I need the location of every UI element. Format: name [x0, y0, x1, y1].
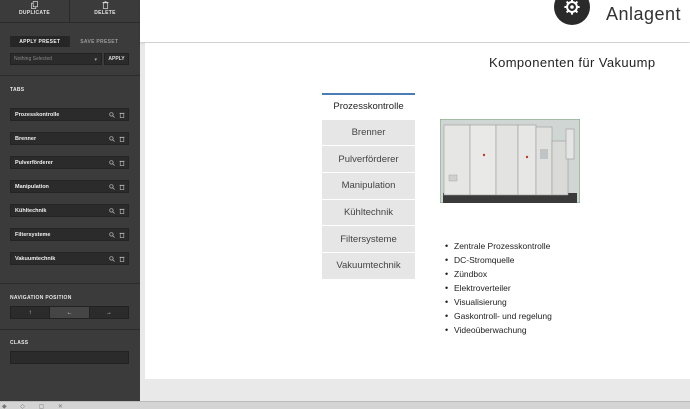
trash-icon[interactable] — [118, 159, 126, 167]
control-cabinet-image — [440, 119, 580, 203]
tab-apply-preset[interactable]: APPLY PRESET — [10, 36, 70, 47]
trash-icon[interactable] — [118, 231, 126, 239]
site-header: Anlagent — [140, 0, 690, 42]
trash-icon[interactable] — [118, 111, 126, 119]
list-item: Zentrale Prozesskontrolle — [445, 239, 552, 253]
nav-position-group: ↑ ← → — [10, 306, 129, 319]
trash-icon[interactable] — [118, 255, 126, 263]
trash-icon — [101, 1, 109, 9]
tab-item-label: Filtersysteme — [15, 231, 51, 238]
tab-prozesskontrolle[interactable]: Prozesskontrolle — [322, 93, 415, 120]
vertical-tabs: Prozesskontrolle Brenner Pulverförderer … — [322, 93, 415, 280]
tab-item-label: Brenner — [15, 135, 37, 142]
tab-brenner[interactable]: Brenner — [322, 119, 415, 147]
tab-item-kuehltechnik[interactable]: Kühltechnik — [10, 204, 129, 217]
toolbar-icons[interactable]: ◆ ◇ ▢ ✕ — [2, 403, 69, 409]
duplicate-label: DUPLICATE — [19, 10, 50, 16]
tab-item-prozesskontrolle[interactable]: Prozesskontrolle — [10, 108, 129, 121]
tab-item-label: Pulverförderer — [15, 159, 53, 166]
preset-tabs: APPLY PRESET SAVE PRESET — [10, 36, 129, 47]
bottom-toolbar: ◆ ◇ ▢ ✕ — [0, 401, 690, 409]
class-input[interactable] — [10, 351, 129, 364]
tab-item-pulverfoerderer[interactable]: Pulverförderer — [10, 156, 129, 169]
preset-select[interactable]: Nothing Selected ▾ — [10, 53, 102, 65]
preset-select-value: Nothing Selected — [14, 56, 53, 62]
site-title[interactable]: Anlagent — [606, 4, 681, 25]
search-icon[interactable] — [108, 255, 116, 263]
list-item: DC-Stromquelle — [445, 253, 552, 267]
class-title: CLASS — [10, 340, 29, 346]
copy-icon — [31, 1, 38, 9]
list-item: Zündbox — [445, 267, 552, 281]
page-heading: Komponenten für Vakuump — [489, 55, 656, 70]
tab-item-label: Vakuumtechnik — [15, 255, 56, 262]
tab-manipulation[interactable]: Manipulation — [322, 173, 415, 200]
search-icon[interactable] — [108, 231, 116, 239]
search-icon[interactable] — [108, 159, 116, 167]
list-item: Visualisierung — [445, 295, 552, 309]
tab-pulverfoerderer[interactable]: Pulverförderer — [322, 146, 415, 174]
preview-area: Anlagent Komponenten für Vakuump Prozess… — [140, 0, 690, 401]
nav-position-title: NAVIGATION POSITION — [10, 295, 72, 301]
tab-save-preset[interactable]: SAVE PRESET — [69, 36, 129, 47]
tab-item-label: Manipulation — [15, 183, 49, 190]
arrow-right-icon[interactable]: → — [89, 307, 128, 318]
list-item: Elektroverteiler — [445, 281, 552, 295]
trash-icon[interactable] — [118, 135, 126, 143]
arrow-up-icon[interactable]: ↑ — [11, 307, 51, 318]
tab-item-label: Prozesskontrolle — [15, 111, 60, 118]
trash-icon[interactable] — [118, 207, 126, 215]
tab-item-vakuumtechnik[interactable]: Vakuumtechnik — [10, 252, 129, 265]
arrow-left-icon[interactable]: ← — [50, 307, 90, 318]
tab-kuehltechnik[interactable]: Kühltechnik — [322, 199, 415, 227]
tab-item-label: Kühltechnik — [15, 207, 47, 214]
chevron-down-icon: ▾ — [94, 57, 97, 63]
tab-filtersysteme[interactable]: Filtersysteme — [322, 226, 415, 254]
list-item: Videoüberwachung — [445, 323, 552, 337]
apply-button[interactable]: APPLY — [104, 53, 129, 65]
feature-list: Zentrale Prozesskontrolle DC-Stromquelle… — [445, 239, 552, 337]
tab-item-filtersysteme[interactable]: Filtersysteme — [10, 228, 129, 241]
list-item: Gaskontroll- und regelung — [445, 309, 552, 323]
tabs-section-title: TABS — [10, 87, 25, 93]
search-icon[interactable] — [108, 135, 116, 143]
duplicate-button[interactable]: DUPLICATE — [0, 0, 70, 22]
search-icon[interactable] — [108, 207, 116, 215]
divider — [0, 75, 140, 76]
tab-item-brenner[interactable]: Brenner — [10, 132, 129, 145]
delete-label: DELETE — [94, 10, 116, 16]
trash-icon[interactable] — [118, 183, 126, 191]
builder-sidebar: DUPLICATE DELETE APPLY PRESET SAVE PRESE… — [0, 0, 140, 401]
search-icon[interactable] — [108, 183, 116, 191]
delete-button[interactable]: DELETE — [70, 0, 140, 22]
search-icon[interactable] — [108, 111, 116, 119]
divider — [0, 22, 140, 23]
tab-item-manipulation[interactable]: Manipulation — [10, 180, 129, 193]
divider — [0, 329, 140, 330]
tab-vakuumtechnik[interactable]: Vakuumtechnik — [322, 253, 415, 280]
gear-logo-icon[interactable] — [554, 0, 590, 25]
divider — [0, 283, 140, 284]
top-actions: DUPLICATE DELETE — [0, 0, 140, 22]
